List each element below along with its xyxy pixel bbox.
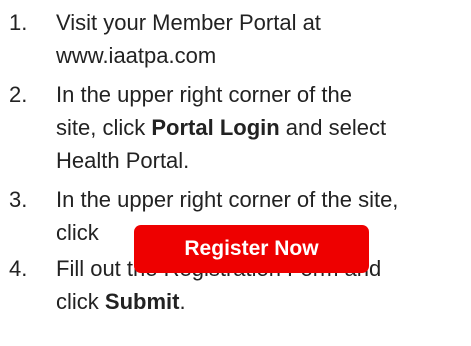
step-text: In the upper right corner of the site, c… xyxy=(56,78,468,177)
register-now-button[interactable]: Register Now xyxy=(134,225,369,273)
step-line-suffix: and select xyxy=(279,115,387,140)
step-number: 2. xyxy=(9,82,28,107)
step-line: click Submit. xyxy=(56,285,468,318)
step-line: Health Portal. xyxy=(56,148,190,173)
step-line-suffix: . xyxy=(179,289,186,314)
step-number: 1. xyxy=(9,10,28,35)
step-line-prefix: click xyxy=(56,289,105,314)
step-line: In the upper right corner of the xyxy=(56,82,352,107)
step-line-prefix: site, click xyxy=(56,115,152,140)
step-text: Visit your Member Portal at www.iaatpa.c… xyxy=(56,6,468,72)
website-url: www.iaatpa.com xyxy=(56,43,217,68)
step-line: Visit your Member Portal at xyxy=(56,10,321,35)
step-text: In the upper right corner of the site, xyxy=(56,183,468,216)
step-line: In the upper right corner of the site, xyxy=(56,187,399,212)
submit-label: Submit xyxy=(104,289,180,314)
portal-login-label: Portal Login xyxy=(151,115,280,140)
click-word: click xyxy=(56,220,99,245)
step-number: 3. xyxy=(9,187,28,212)
step-line: site, click Portal Login and select xyxy=(56,111,468,144)
step-number: 4. xyxy=(9,256,28,281)
